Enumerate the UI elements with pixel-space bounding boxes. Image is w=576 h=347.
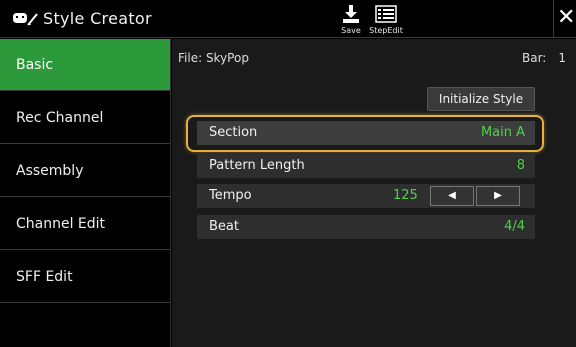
tempo-decrease-button[interactable]: ◀ (430, 186, 474, 206)
tempo-label: Tempo (209, 188, 252, 203)
section-value: Main A (480, 125, 525, 140)
tempo-stepper: ◀ ▶ (430, 184, 548, 208)
triangle-right-icon: ▶ (494, 190, 502, 201)
tab-sff-edit[interactable]: SFF Edit (0, 251, 170, 303)
main-panel: File: SkyPop Bar: 1 Initialize Style Sect… (172, 39, 576, 347)
titlebar-divider (553, 0, 554, 38)
style-creator-icon (12, 11, 38, 27)
sidebar: Basic Rec Channel Assembly Channel Edit … (0, 39, 171, 347)
save-button[interactable]: Save (333, 2, 369, 36)
stepedit-icon (375, 5, 397, 23)
beat-label: Beat (209, 219, 239, 234)
tab-channel-edit[interactable]: Channel Edit (0, 198, 170, 250)
section-label: Section (209, 125, 258, 140)
title-bar: Style Creator Save StepEdit ✕ (0, 0, 576, 38)
section-row[interactable]: Section Main A (197, 121, 535, 145)
close-icon[interactable]: ✕ (557, 6, 575, 30)
stepedit-label: StepEdit (369, 26, 403, 35)
bar-label: Bar: (522, 51, 547, 65)
app-title: Style Creator (43, 9, 152, 28)
tab-assembly[interactable]: Assembly (0, 145, 170, 197)
beat-row[interactable]: Beat 4/4 (197, 215, 535, 239)
tempo-value: 125 (393, 188, 418, 203)
beat-value: 4/4 (504, 219, 525, 234)
bar-indicator: Bar: 1 (522, 51, 566, 65)
pattern-length-value: 8 (516, 158, 525, 173)
save-icon (343, 5, 359, 23)
tab-basic[interactable]: Basic (0, 39, 170, 91)
bar-value: 1 (558, 51, 566, 65)
pattern-length-label: Pattern Length (209, 158, 305, 173)
save-label: Save (341, 26, 361, 35)
pattern-length-row[interactable]: Pattern Length 8 (197, 154, 535, 178)
tempo-row[interactable]: Tempo 125 ◀ ▶ (197, 184, 535, 208)
stepedit-button[interactable]: StepEdit (366, 2, 406, 36)
file-label: File: SkyPop (178, 51, 249, 65)
initialize-style-button[interactable]: Initialize Style (427, 87, 535, 111)
tempo-increase-button[interactable]: ▶ (476, 186, 520, 206)
tab-rec-channel[interactable]: Rec Channel (0, 92, 170, 144)
triangle-left-icon: ◀ (448, 190, 456, 201)
